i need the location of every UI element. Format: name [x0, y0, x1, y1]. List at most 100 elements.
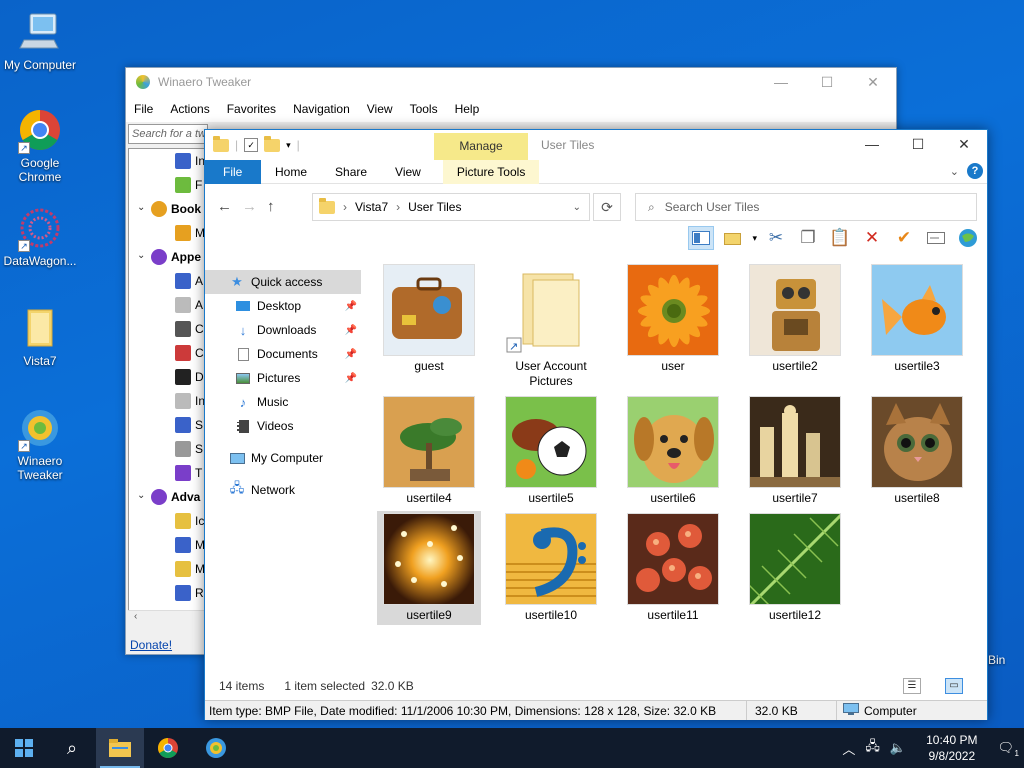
file-tile[interactable]: user — [621, 262, 725, 380]
menu-favorites[interactable]: Favorites — [227, 102, 276, 116]
breadcrumb-item[interactable]: Vista7 — [355, 200, 388, 214]
maximize-icon[interactable]: ☐ — [895, 130, 941, 160]
file-tile[interactable]: guest — [377, 262, 481, 380]
clock[interactable]: 10:40 PM 9/8/2022 — [926, 732, 977, 764]
nav-item-videos[interactable]: Videos — [205, 414, 361, 438]
nav-item-documents[interactable]: Documents 📌 — [205, 342, 361, 366]
chevron-right-icon[interactable]: › — [343, 200, 347, 214]
taskbar-winaero[interactable] — [192, 728, 240, 768]
nav-item-desktop[interactable]: Desktop 📌 — [205, 294, 361, 318]
close-icon[interactable]: ✕ — [941, 130, 987, 160]
address-bar[interactable]: › Vista7 › User Tiles ⌄ — [312, 193, 590, 221]
tree-item[interactable]: In — [129, 149, 205, 173]
tree-item[interactable]: S — [129, 413, 205, 437]
horizontal-scrollbar[interactable]: ‹ — [128, 610, 206, 626]
menu-help[interactable]: Help — [455, 102, 480, 116]
tree-item[interactable]: D — [129, 365, 205, 389]
maximize-icon[interactable]: ☐ — [804, 74, 850, 91]
chevron-right-icon[interactable]: › — [396, 200, 400, 214]
winaero-tree[interactable]: In F ⌄ Book M ⌄ Appe A A C C D In S S T ⌄ Adva Ic M M R — [128, 148, 206, 626]
minimize-icon[interactable]: — — [849, 130, 895, 160]
chevron-up-icon[interactable]: ︿ — [842, 739, 855, 758]
notification-icon[interactable]: 🗨 1 — [997, 740, 1019, 758]
menu-navigation[interactable]: Navigation — [293, 102, 350, 116]
desktop-icon-vista7[interactable]: Vista7 — [0, 306, 80, 368]
nav-item-pictures[interactable]: Pictures 📌 — [205, 366, 361, 390]
desktop-icon-winaero-tweaker[interactable]: ↗ Winaero Tweaker — [0, 406, 80, 482]
start-button[interactable] — [0, 728, 48, 768]
chevron-down-icon[interactable]: ⌄ — [137, 490, 145, 501]
explorer-window[interactable]: | ✓ ▾ | Manage User Tiles — ☐ ✕ File Hom… — [204, 129, 988, 720]
file-tile[interactable]: usertile2 — [743, 262, 847, 380]
file-tile[interactable]: usertile6 — [621, 394, 725, 512]
winaero-search-input[interactable]: Search for a tw — [128, 124, 208, 144]
tree-item[interactable]: R — [129, 581, 205, 605]
tree-item[interactable]: A — [129, 269, 205, 293]
winaero-titlebar[interactable]: Winaero Tweaker — ☐ ✕ — [126, 68, 896, 96]
file-tile[interactable]: usertile4 — [377, 394, 481, 512]
tree-item[interactable]: S — [129, 437, 205, 461]
file-tile[interactable]: usertile5 — [499, 394, 603, 512]
tab-manage[interactable]: Manage — [434, 133, 528, 160]
donate-link[interactable]: Donate! — [130, 638, 172, 652]
nav-item-music[interactable]: ♪ Music — [205, 390, 361, 414]
tab-view[interactable]: View — [381, 160, 435, 184]
network-icon[interactable]: 🖧 — [865, 737, 880, 759]
chevron-down-icon[interactable]: ▾ — [752, 233, 757, 244]
checkmark-icon[interactable]: ✔ — [891, 226, 917, 250]
tab-share[interactable]: Share — [321, 160, 381, 184]
up-icon[interactable]: ↑ — [267, 198, 275, 215]
search-button[interactable]: ⌕ — [48, 728, 96, 768]
folder-options-icon[interactable] — [720, 226, 746, 250]
tree-item[interactable]: A — [129, 293, 205, 317]
file-tile[interactable]: usertile12 — [743, 511, 847, 629]
nav-item-network[interactable]: 🖧 Network — [205, 478, 361, 502]
properties-icon[interactable]: ✓ — [244, 138, 259, 152]
tree-item[interactable]: Ic — [129, 509, 205, 533]
menu-file[interactable]: File — [134, 102, 153, 116]
explorer-titlebar[interactable]: | ✓ ▾ | Manage User Tiles — ☐ ✕ — [205, 130, 987, 160]
help-icon[interactable]: ? — [967, 163, 983, 179]
file-tile[interactable]: usertile8 — [865, 394, 969, 512]
nav-item-my-computer[interactable]: My Computer — [205, 446, 361, 470]
nav-item-quick-access[interactable]: ★ Quick access — [205, 270, 361, 294]
file-tile[interactable]: usertile10 — [499, 511, 603, 629]
menu-tools[interactable]: Tools — [410, 102, 438, 116]
chevron-down-icon[interactable]: ⌄ — [137, 250, 145, 261]
nav-item-downloads[interactable]: ↓ Downloads 📌 — [205, 318, 361, 342]
tree-item[interactable]: In — [129, 389, 205, 413]
tree-item[interactable]: F — [129, 173, 205, 197]
forward-icon[interactable]: → — [242, 198, 257, 215]
cut-icon[interactable]: ✂ — [763, 226, 789, 250]
back-icon[interactable]: ← — [217, 198, 232, 215]
desktop-icon-google-chrome[interactable]: ↗ Google Chrome — [0, 108, 80, 184]
tree-item[interactable]: ⌄ Book — [129, 197, 205, 221]
close-icon[interactable]: ✕ — [850, 74, 896, 91]
customize-qat-icon[interactable]: ▾ — [286, 140, 291, 151]
tab-home[interactable]: Home — [261, 160, 321, 184]
large-icons-view-icon[interactable]: ▭ — [945, 678, 963, 694]
globe-icon[interactable] — [955, 226, 981, 250]
taskbar-explorer[interactable] — [96, 728, 144, 768]
tree-item[interactable]: ⌄ Adva — [129, 485, 205, 509]
menu-view[interactable]: View — [367, 102, 393, 116]
taskbar-chrome[interactable] — [144, 728, 192, 768]
file-tile[interactable]: ↗ User Account Pictures — [499, 262, 603, 390]
delete-icon[interactable]: ✕ — [859, 226, 885, 250]
file-tile[interactable]: usertile3 — [865, 262, 969, 380]
tree-item[interactable]: C — [129, 317, 205, 341]
tree-item[interactable]: M — [129, 533, 205, 557]
tab-file[interactable]: File — [205, 159, 261, 184]
recycle-bin-label[interactable]: Bin — [988, 653, 1005, 667]
file-tile[interactable]: usertile9 — [377, 511, 481, 625]
tree-item[interactable]: C — [129, 341, 205, 365]
file-tile[interactable]: usertile7 — [743, 394, 847, 512]
chevron-down-icon[interactable]: ⌄ — [137, 202, 145, 213]
details-view-icon[interactable]: ☰ — [903, 678, 921, 694]
desktop-icon-datawagon[interactable]: ↗ DataWagon... — [0, 206, 80, 268]
preview-pane-icon[interactable] — [688, 226, 715, 250]
tab-picture-tools[interactable]: Picture Tools — [442, 159, 540, 184]
desktop-icon-my-computer[interactable]: My Computer — [0, 10, 80, 72]
breadcrumb-item[interactable]: User Tiles — [408, 200, 461, 214]
tree-item[interactable]: M — [129, 221, 205, 245]
